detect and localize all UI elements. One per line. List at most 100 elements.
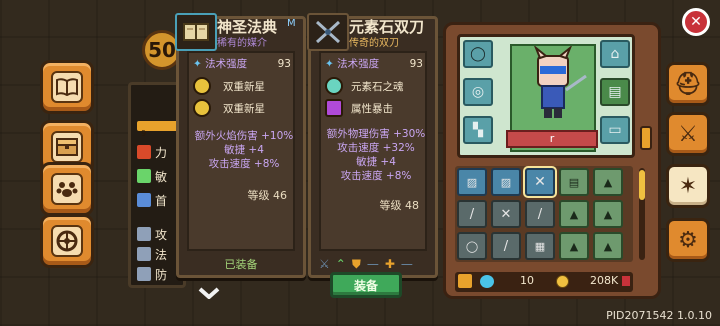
gem-count: 10 — [520, 274, 534, 287]
inventory-slot[interactable]: / — [457, 200, 487, 228]
mod-label: 属性暴击 — [351, 103, 393, 115]
shield-icon: ⛊ — [351, 257, 361, 271]
inventory-grid: ▨ ▨ ✕ ▤ ▲ / ✕ / ▲ ▲ ◯ / ▦ ▲ ▲ — [455, 166, 633, 262]
helmet-tab-button[interactable]: ⛑ — [666, 62, 710, 106]
inventory-slot[interactable]: ▲ — [593, 200, 623, 228]
dual-blades-icon — [307, 13, 349, 51]
equipped-status: 已装备 — [224, 258, 258, 271]
plus-icon: ✚ — [384, 257, 395, 271]
inventory-slot[interactable]: ▲ — [559, 200, 589, 228]
sword-icon — [137, 227, 151, 241]
main-stat-value: 93 — [409, 58, 423, 70]
main-stat-label: 法术强度 — [337, 58, 380, 70]
nova-icon — [193, 77, 211, 95]
bonus-line: 攻击速度 +32% — [337, 142, 415, 154]
book-menu-button[interactable] — [40, 60, 94, 114]
main-stat-row: ✦ 法术强度 93 — [325, 58, 423, 70]
skills-tab-button[interactable]: ✶ — [666, 164, 710, 208]
stat-label: 敏 — [155, 169, 168, 184]
bonus-line: 敏捷 +4 — [356, 156, 396, 168]
minus-icon: — — [366, 257, 379, 271]
helm-menu-button[interactable] — [40, 214, 94, 268]
inventory-slot[interactable]: ◯ — [457, 232, 487, 260]
boot-icon — [137, 169, 151, 183]
crit-icon — [325, 99, 343, 117]
nova-icon — [193, 99, 211, 117]
mod-label: 元素石之魂 — [351, 81, 404, 93]
compare-item-card: 元素石双刀 传奇的双刀 ✦ 法术强度 93 元素石之魂 属性暴击 额外物理伤害 … — [307, 13, 438, 278]
main-stat-label: 法术强度 — [205, 58, 248, 70]
item-tag: M — [287, 18, 296, 29]
stat-label: 防 — [155, 267, 168, 282]
stat-label: 法 — [155, 247, 168, 262]
inventory-slot[interactable]: ▨ — [491, 168, 521, 196]
gear-icon: ⚙ — [678, 227, 698, 253]
inventory-slot[interactable]: ▲ — [593, 232, 623, 260]
bonus-line: 额外火焰伤害 +10% — [194, 130, 294, 142]
star-icon: ✶ — [678, 173, 698, 199]
swords-tab-button[interactable]: ⚔ — [666, 112, 710, 156]
pets-menu-button[interactable] — [40, 162, 94, 216]
sword-icon: ⚔ — [319, 257, 330, 271]
main-stat-value: 93 — [277, 58, 291, 70]
book-icon — [51, 71, 83, 103]
soul-icon — [325, 77, 343, 95]
stat-change-icons: ⚔ ⌃ ⛊ — ✚ — — [319, 257, 413, 272]
bonus-line: 敏捷 +4 — [224, 144, 264, 156]
chest-icon — [51, 131, 83, 163]
equip-button[interactable]: 装备 — [330, 272, 402, 298]
inventory-slot[interactable]: ✕ — [491, 200, 521, 228]
necklace-slot[interactable]: ◯ — [463, 40, 493, 68]
main-stat-row: ✦ 法术强度 93 — [193, 58, 291, 70]
bonus-line: 攻击速度 +8% — [340, 170, 412, 182]
inventory-slot[interactable]: / — [491, 232, 521, 260]
side-handle[interactable] — [640, 126, 652, 150]
helmet-slot[interactable]: ⌂ — [600, 40, 630, 68]
equipped-item-card: 神圣法典 M 稀有的媒介 ✦ 法术强度 93 双重新星 双重新星 额外火焰伤害 … — [175, 13, 306, 278]
settings-tab-button[interactable]: ⚙ — [666, 218, 710, 262]
fist-icon — [137, 145, 151, 159]
scroll-down-arrow[interactable] — [196, 286, 222, 300]
wand-icon — [137, 247, 151, 261]
item-details: ✦ 法术强度 93 元素石之魂 属性暴击 额外物理伤害 +30% 攻击速度 +3… — [319, 51, 427, 251]
item-details: ✦ 法术强度 93 双重新星 双重新星 额外火焰伤害 +10% 敏捷 +4 攻击… — [187, 51, 295, 251]
inventory-slot-selected[interactable]: ✕ — [523, 166, 557, 198]
version-label: PID2071542 1.0.10 — [606, 309, 712, 322]
item-level: 等级 46 — [247, 189, 288, 202]
gold-count: 208K — [590, 274, 619, 287]
inventory-slot[interactable]: ▨ — [457, 168, 487, 196]
inventory-slot[interactable]: ▲ — [593, 168, 623, 196]
codex-slot[interactable]: ▭ — [600, 116, 630, 144]
stat-label: 力 — [155, 145, 168, 160]
swords-icon: ⚔ — [678, 121, 698, 147]
armor-slot[interactable]: ▤ — [600, 78, 630, 106]
boots-slot[interactable]: ▚ — [463, 116, 493, 144]
codex-icon — [175, 13, 217, 51]
stat-label: 首 — [155, 193, 168, 208]
inventory-scroll-thumb[interactable] — [639, 170, 645, 200]
bonus-line: 额外物理伤害 +30% — [326, 128, 426, 140]
gold-coin-icon — [556, 275, 569, 288]
inventory-slot[interactable]: ▤ — [559, 168, 589, 196]
scroll-icon — [137, 193, 151, 207]
inventory-slot[interactable]: ▲ — [559, 232, 589, 260]
inventory-slot[interactable]: ▦ — [525, 232, 555, 260]
close-icon: ✕ — [690, 14, 702, 30]
item-rarity: 传奇的双刀 — [349, 38, 399, 49]
bonus-line: 攻击速度 +8% — [208, 158, 280, 170]
inventory-slot[interactable]: / — [525, 200, 555, 228]
character-sprite — [533, 44, 587, 118]
gem-icon — [480, 275, 494, 288]
stat-label: 攻 — [155, 227, 168, 242]
lock-icon[interactable] — [458, 274, 472, 288]
close-button[interactable]: ✕ — [682, 8, 710, 36]
item-rarity: 稀有的媒介 — [217, 38, 267, 49]
helmet-icon: ⛑ — [674, 71, 702, 97]
up-arrow-icon: ⌃ — [335, 257, 346, 271]
wheel-icon — [51, 225, 83, 257]
ring-slot[interactable]: ◎ — [463, 78, 493, 106]
item-level: 等级 48 — [379, 199, 420, 212]
paw-icon — [51, 173, 83, 205]
minus-icon: — — [400, 257, 413, 271]
shield-icon — [137, 267, 151, 281]
